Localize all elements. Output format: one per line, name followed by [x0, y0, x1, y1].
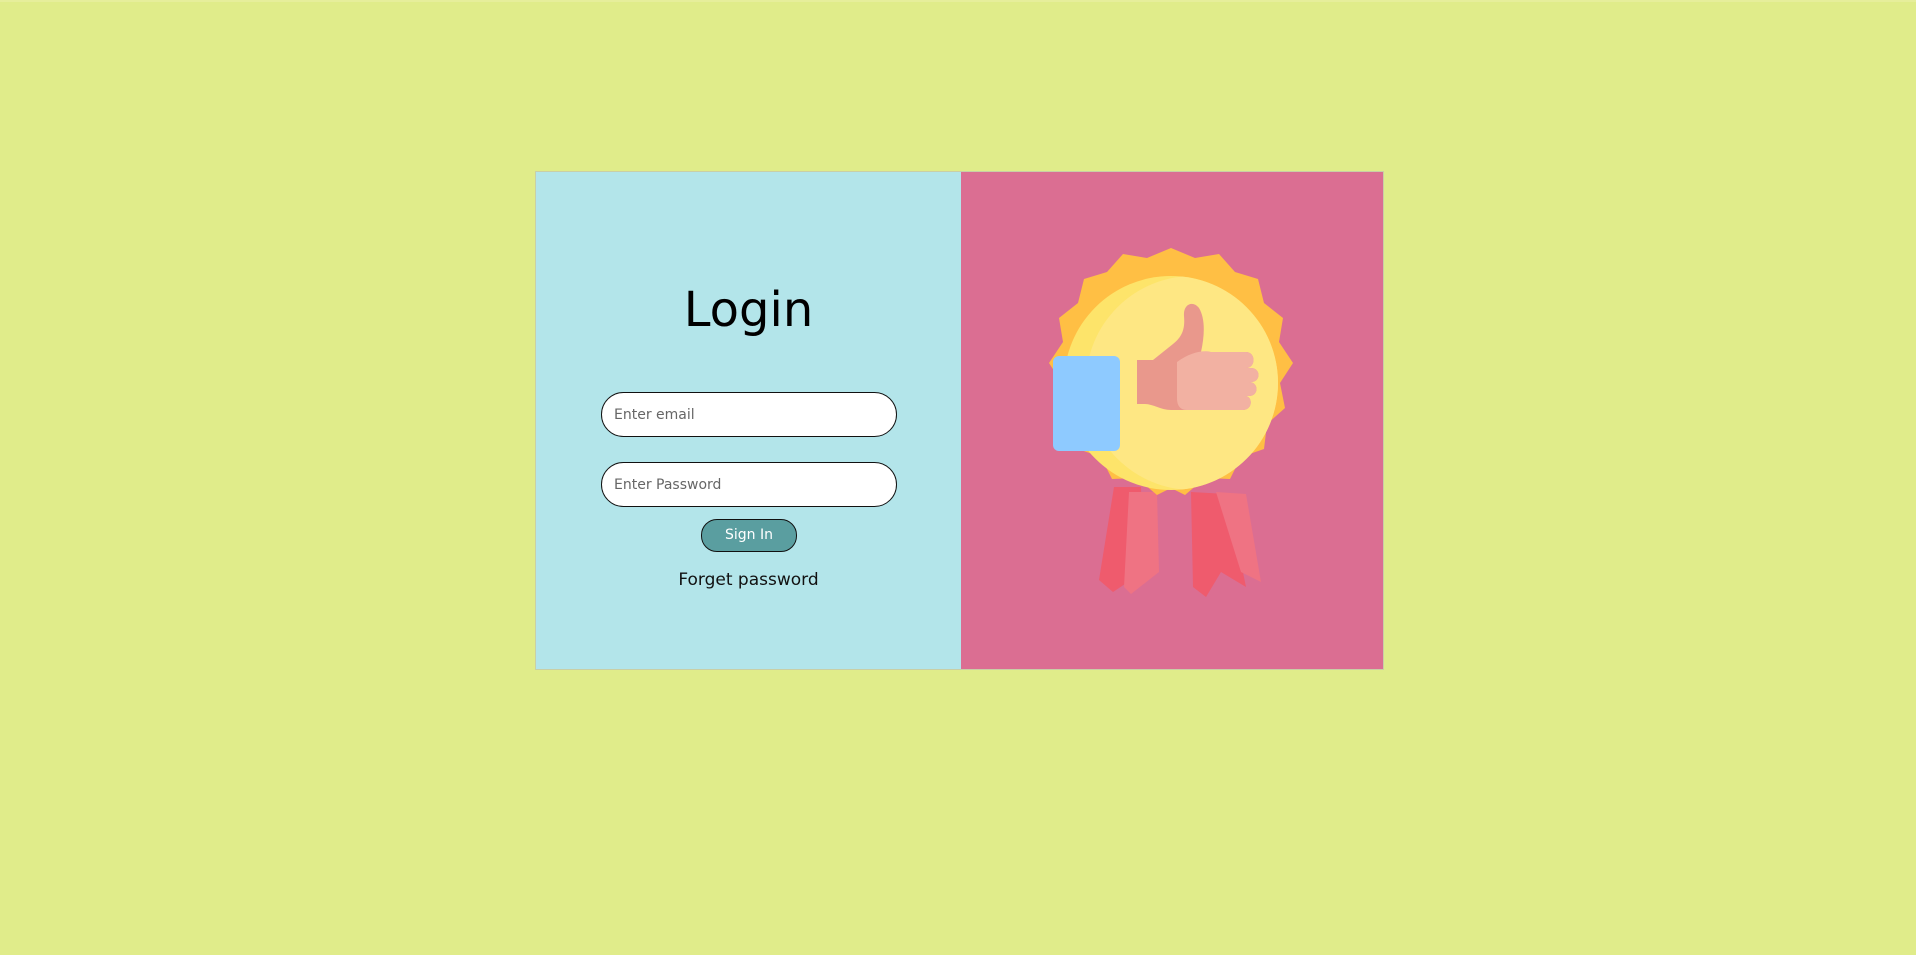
illustration-panel	[961, 172, 1383, 669]
login-form-panel: Login Sign In Forget password	[536, 172, 961, 669]
sign-in-button[interactable]: Sign In	[701, 519, 797, 552]
password-field[interactable]	[601, 462, 897, 507]
ribbon-left	[1099, 487, 1159, 594]
ribbon-right	[1191, 492, 1261, 597]
email-field[interactable]	[601, 392, 897, 437]
top-border	[0, 0, 1916, 2]
login-card: Login Sign In Forget password	[535, 171, 1384, 670]
page-title: Login	[683, 282, 814, 338]
award-medal-thumbs-up-icon	[1049, 248, 1293, 597]
forget-password-link[interactable]: Forget password	[536, 570, 961, 590]
